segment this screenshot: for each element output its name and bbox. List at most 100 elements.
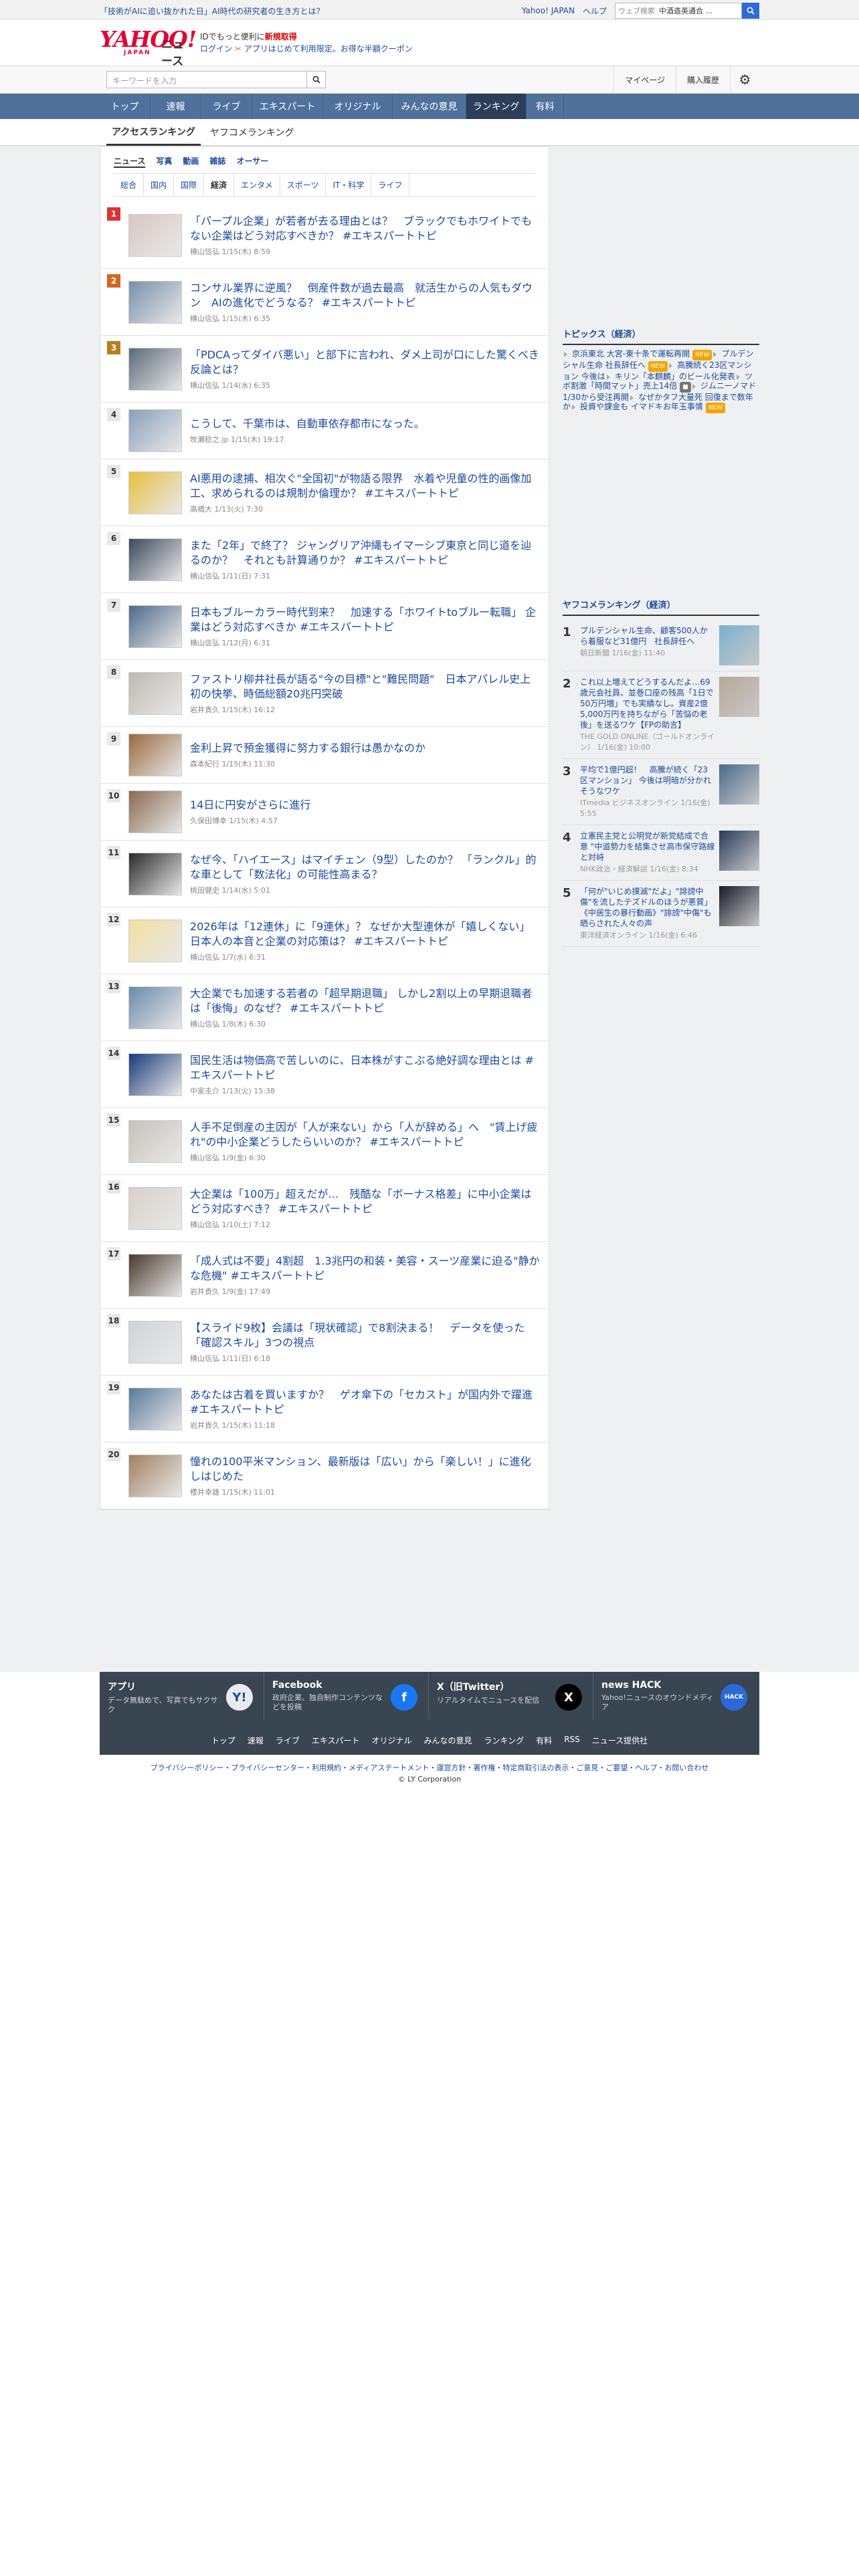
article-title[interactable]: 人手不足倒産の主因が「人が来ない」から「人が辞める」へ "賃上げ疲れ"の中小企業… [190, 1121, 537, 1148]
ranking-item[interactable]: 8 ファストリ柳井社長が語る"今の目標"と"難民問題" 日本アパレル史上初の快挙、… [100, 660, 549, 727]
article-thumbnail[interactable] [128, 790, 182, 833]
article-title[interactable]: 「成人式は不要」4割超 1.3兆円の和装・美容・スーツ産業に迫る"静かな危機" … [190, 1255, 540, 1282]
ranking-item[interactable]: 13 大企業でも加速する若者の「超早期退職」 しかし2割以上の早期退職者は「後悔」… [100, 974, 549, 1041]
comment-ranking-title[interactable]: 「何が"いじめ撲滅"だよ」"誹謗中傷"を流したテズドルのほうが悪質」《中居生の暴… [580, 887, 712, 928]
article-title[interactable]: 【スライド9枚】会議は「現状確認」で8割決まる！ データを使った「確認スキル」3… [190, 1321, 524, 1349]
gear-icon[interactable]: ⚙ [730, 66, 759, 93]
ranking-item[interactable]: 11 なぜ今、「ハイエース」はマイチェン（9型）したのか？ 「ランクル」的な車とし… [100, 841, 549, 907]
article-thumbnail[interactable] [128, 1454, 182, 1497]
comment-ranking-title[interactable]: これ以上増えてどうするんだよ…69歳元会社員、並巻口座の残高「1日で50万円増」… [580, 677, 714, 730]
article-title[interactable]: また「2年」で終了？ ジャングリア沖縄もイマーシブ東京と同じ道を辿るのか？ それ… [190, 539, 531, 566]
article-title[interactable]: 国民生活は物価高で苦しいのに、日本株がすこぶる絶好調な理由とは #エキスパートト… [190, 1054, 534, 1081]
footer-link[interactable]: ニュース提供社 [592, 1735, 648, 1746]
filter-video[interactable]: 動画 [183, 155, 199, 168]
ranking-item[interactable]: 1 「パープル企業」が若者が去る理由とは？ ブラックでもホワイトでもない企業はどう… [100, 202, 549, 269]
ranking-item[interactable]: 4 こうして、千葉市は、自動車依存都市になった。 牧瀬稔之.jp 1/15(木) 1… [100, 403, 549, 459]
article-title[interactable]: なぜ今、「ハイエース」はマイチェン（9型）したのか？ 「ランクル」的な車として「… [190, 853, 537, 881]
filter-photo[interactable]: 写真 [156, 155, 172, 168]
category-life[interactable]: ライフ [371, 174, 410, 196]
article-thumbnail[interactable] [128, 605, 182, 648]
comment-ranking-thumbnail[interactable] [719, 831, 759, 871]
nav-top[interactable]: トップ [100, 94, 151, 119]
article-title[interactable]: 大企業でも加速する若者の「超早期退職」 しかし2割以上の早期退職者は「後悔」のな… [190, 987, 532, 1014]
article-thumbnail[interactable] [128, 1186, 182, 1230]
comment-ranking-thumbnail[interactable] [719, 677, 759, 717]
article-title[interactable]: こうして、千葉市は、自動車依存都市になった。 [190, 417, 425, 430]
filter-magazine[interactable]: 雑誌 [209, 155, 225, 168]
category-it-science[interactable]: IT・科学 [326, 174, 372, 196]
app-link-0[interactable]: アプリ データ無駄めで、写真でもサクサク Y! [100, 1672, 264, 1720]
article-thumbnail[interactable] [128, 280, 182, 324]
article-thumbnail[interactable] [128, 986, 182, 1029]
category-economy[interactable]: 経済 [204, 174, 235, 196]
comment-ranking-item[interactable]: 2 これ以上増えてどうするんだよ…69歳元会社員、並巻口座の残高「1日で50万円増… [563, 671, 759, 759]
comment-ranking-thumbnail[interactable] [719, 625, 759, 665]
article-title[interactable]: 日本もブルーカラー時代到来？ 加速する「ホワイトtoブルー転職」 企業はどう対応… [190, 606, 536, 633]
filter-author[interactable]: オーサー [236, 155, 268, 168]
article-title[interactable]: 2026年は「12連休」に「9連休」？ なぜか大型連休が「嬉しくない」日本人の本… [190, 920, 530, 948]
topic-link[interactable]: 投資や課金も イマドキお年玉事情 NEW [571, 399, 726, 415]
article-title[interactable]: 金利上昇で預金獲得に努力する銀行は愚かなのか [190, 742, 425, 754]
article-title[interactable]: 大企業は「100万」超えだが… 残酷な「ボーナス格差」に中小企業はどう対応すべき… [190, 1188, 532, 1215]
ranking-item[interactable]: 5 AI悪用の逮捕、相次ぐ"全国初"が物語る限界 水着や児童の性的画像加工、求めら… [100, 459, 549, 526]
article-thumbnail[interactable] [128, 734, 182, 776]
comment-ranking-title[interactable]: プルデンシャル生命、顧客500人から着服など31億円 社長辞任へ [580, 626, 708, 646]
article-title[interactable]: コンサル業界に逆風？ 倒産件数が過去最高 就活生からの人気もダウン AIの進化で… [190, 282, 533, 309]
ranking-item[interactable]: 6 また「2年」で終了？ ジャングリア沖縄もイマーシブ東京と同じ道を辿るのか？ そ… [100, 526, 549, 593]
nav-live[interactable]: ライブ [201, 94, 252, 119]
nav-original[interactable]: オリジナル [323, 94, 393, 119]
tab-comment-ranking[interactable]: ヤフコメランキング [205, 119, 300, 146]
login-link[interactable]: ログイン [200, 44, 232, 53]
category-world[interactable]: 国際 [174, 174, 205, 196]
ranking-item[interactable]: 7 日本もブルーカラー時代到来？ 加速する「ホワイトtoブルー転職」 企業はどう対… [100, 593, 549, 660]
ranking-item[interactable]: 12 2026年は「12連休」に「9連休」？ なぜか大型連休が「嬉しくない」日本人… [100, 907, 549, 974]
ranking-item[interactable]: 17 「成人式は不要」4割超 1.3兆円の和装・美容・スーツ産業に迫る"静かな危機… [100, 1242, 549, 1309]
footer-link[interactable]: 速報 [248, 1735, 264, 1746]
purchase-history-link[interactable]: 購入履歴 [675, 66, 730, 93]
footer-link[interactable]: ライブ [276, 1735, 300, 1746]
ranking-item[interactable]: 16 大企業は「100万」超えだが… 残酷な「ボーナス格差」に中小企業はどう対応す… [100, 1175, 549, 1242]
article-title[interactable]: ファストリ柳井社長が語る"今の目標"と"難民問題" 日本アパレル史上初の快挙、時… [190, 673, 531, 700]
ranking-item[interactable]: 18 【スライド9枚】会議は「現状確認」で8割決まる！ データを使った「確認スキル… [100, 1309, 549, 1376]
app-link-3[interactable]: news HACK Yahoo!ニュースのオウンドメディア HACK [593, 1672, 758, 1720]
ranking-item[interactable]: 14 国民生活は物価高で苦しいのに、日本株がすこぶる絶好調な理由とは #エキスパー… [100, 1041, 549, 1108]
article-thumbnail[interactable] [128, 1119, 182, 1163]
nav-expert[interactable]: エキスパート [252, 94, 323, 119]
keyword-input[interactable]: キーワードを入力 [106, 71, 307, 88]
article-title[interactable]: 「PDCAってダイバ悪い」と部下に言われ、ダメ上司が口にした驚くべき反論とは？ [190, 348, 539, 376]
yahoo-news-logo[interactable]: YAHOO! JAPAN ニュース [100, 28, 197, 69]
article-title[interactable]: 「パープル企業」が若者が去る理由とは？ ブラックでもホワイトでもない企業はどう対… [190, 215, 532, 242]
comment-ranking-item[interactable]: 4 立憲民主党と公明党が新党結成で合意 "中道勢力を結集させ高市保守路線と対峙 NH… [563, 825, 759, 881]
nav-opinion[interactable]: みんなの意見 [393, 94, 466, 119]
footer-link[interactable]: エキスパート [312, 1735, 360, 1746]
footer-link[interactable]: トップ [211, 1735, 235, 1746]
legal-links[interactable]: プライバシーポリシー・プライバシーセンター・利用規約・メディアステートメント・運… [0, 1763, 859, 1774]
article-thumbnail[interactable] [128, 1387, 182, 1430]
article-thumbnail[interactable] [128, 409, 182, 452]
category-all[interactable]: 総合 [114, 174, 145, 196]
coupon-link[interactable]: はじめて利用限定。お得な半額クーポン [268, 44, 413, 53]
article-thumbnail[interactable] [128, 1253, 182, 1297]
app-link-1[interactable]: Facebook 政府企業、独自制作コンテンツなどを投稿 f [264, 1672, 429, 1720]
ranking-item[interactable]: 20 憧れの100平米マンション、最新版は「広い」から「楽しい！」に進化しはじめた… [100, 1442, 549, 1509]
article-thumbnail[interactable] [128, 852, 182, 895]
comment-ranking-title[interactable]: 平均で1億円超！ 高騰が続く「23区マンション」 今後は明暗が分かれそうなワケ [580, 765, 711, 796]
app-link-2[interactable]: X（旧Twitter） リアルタイムでニュースを配信 X [429, 1672, 593, 1720]
filter-news[interactable]: ニュース [114, 155, 146, 168]
footer-link[interactable]: みんなの意見 [424, 1735, 472, 1746]
ranking-item[interactable]: 15 人手不足倒産の主因が「人が来ない」から「人が辞める」へ "賃上げ疲れ"の中小… [100, 1108, 549, 1175]
article-thumbnail[interactable] [128, 347, 182, 391]
article-thumbnail[interactable] [128, 471, 182, 514]
comment-ranking-item[interactable]: 1 プルデンシャル生命、顧客500人から着服など31億円 社長辞任へ 朝日新聞 1/… [563, 620, 759, 671]
tab-access-ranking[interactable]: アクセスランキング [106, 119, 201, 146]
article-title[interactable]: AI悪用の逮捕、相次ぐ"全国初"が物語る限界 水着や児童の性的画像加工、求められ… [190, 472, 531, 500]
nav-breaking[interactable]: 速報 [151, 94, 201, 119]
article-title[interactable]: あなたは古着を買いますか？ ゲオ傘下の「セカスト」が国内外で躍進 #エキスパート… [190, 1388, 533, 1416]
ranking-item[interactable]: 19 あなたは古着を買いますか？ ゲオ傘下の「セカスト」が国内外で躍進 #エキスパ… [100, 1376, 549, 1442]
nav-ranking[interactable]: ランキング [466, 94, 527, 119]
ranking-item[interactable]: 9 金利上昇で預金獲得に努力する銀行は愚かなのか 森本紀行 1/15(木) 11:3… [100, 727, 549, 784]
register-link[interactable]: 新規取得 [265, 32, 297, 41]
web-search-input[interactable]: ウェブ検索 中酒造英通合 ... [615, 3, 742, 19]
footer-link[interactable]: 有料 [536, 1735, 552, 1746]
article-thumbnail[interactable] [128, 1320, 182, 1364]
